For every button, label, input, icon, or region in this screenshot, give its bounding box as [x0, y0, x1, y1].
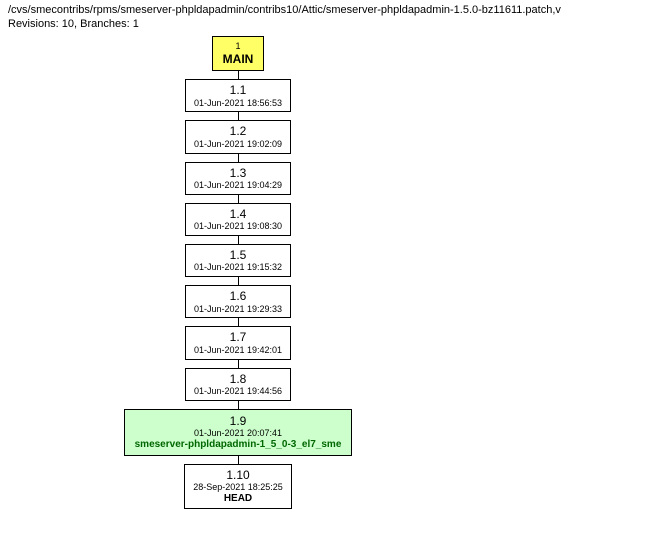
revision-timestamp: 28-Sep-2021 18:25:25: [193, 482, 283, 493]
revision-timestamp: 01-Jun-2021 19:04:29: [194, 180, 282, 191]
branch-small-label: 1: [223, 41, 254, 52]
revision-node[interactable]: 1.8 01-Jun-2021 19:44:56: [185, 368, 291, 401]
revision-node[interactable]: 1.6 01-Jun-2021 19:29:33: [185, 285, 291, 318]
revision-version: 1.10: [193, 468, 283, 482]
connector: [238, 154, 239, 162]
revision-version: 1.9: [135, 414, 342, 428]
revision-node[interactable]: 1.3 01-Jun-2021 19:04:29: [185, 162, 291, 195]
revision-version: 1.1: [194, 83, 282, 97]
revision-node[interactable]: 1.2 01-Jun-2021 19:02:09: [185, 120, 291, 153]
revision-graph: 1 MAIN 1.1 01-Jun-2021 18:56:53 1.2 01-J…: [88, 36, 388, 509]
connector: [238, 360, 239, 368]
connector: [238, 112, 239, 120]
revision-version: 1.5: [194, 248, 282, 262]
revision-head-node[interactable]: 1.10 28-Sep-2021 18:25:25 HEAD: [184, 464, 292, 509]
revision-version: 1.7: [194, 330, 282, 344]
revision-version: 1.8: [194, 372, 282, 386]
revision-timestamp: 01-Jun-2021 18:56:53: [194, 98, 282, 109]
revision-version: 1.4: [194, 207, 282, 221]
revision-tagged-node[interactable]: 1.9 01-Jun-2021 20:07:41 smeserver-phpld…: [124, 409, 353, 456]
revision-timestamp: 01-Jun-2021 19:15:32: [194, 262, 282, 273]
connector: [238, 318, 239, 326]
connector: [238, 195, 239, 203]
revision-version: 1.6: [194, 289, 282, 303]
revision-version: 1.3: [194, 166, 282, 180]
connector: [238, 236, 239, 244]
branch-main-node[interactable]: 1 MAIN: [212, 36, 265, 71]
revision-node[interactable]: 1.4 01-Jun-2021 19:08:30: [185, 203, 291, 236]
file-path: /cvs/smecontribs/rpms/smeserver-phpldapa…: [8, 4, 648, 16]
revision-node[interactable]: 1.1 01-Jun-2021 18:56:53: [185, 79, 291, 112]
revision-timestamp: 01-Jun-2021 20:07:41: [135, 428, 342, 439]
revision-timestamp: 01-Jun-2021 19:29:33: [194, 304, 282, 315]
revision-timestamp: 01-Jun-2021 19:08:30: [194, 221, 282, 232]
revision-timestamp: 01-Jun-2021 19:44:56: [194, 386, 282, 397]
revision-node[interactable]: 1.7 01-Jun-2021 19:42:01: [185, 326, 291, 359]
revision-node[interactable]: 1.5 01-Jun-2021 19:15:32: [185, 244, 291, 277]
connector: [238, 277, 239, 285]
revision-meta: Revisions: 10, Branches: 1: [8, 18, 648, 30]
revision-version: 1.2: [194, 124, 282, 138]
connector: [238, 456, 239, 464]
head-label: HEAD: [193, 493, 283, 505]
connector: [238, 401, 239, 409]
connector: [238, 71, 239, 79]
revision-timestamp: 01-Jun-2021 19:42:01: [194, 345, 282, 356]
revision-timestamp: 01-Jun-2021 19:02:09: [194, 139, 282, 150]
branch-main-label: MAIN: [223, 52, 254, 66]
revision-tag: smeserver-phpldapadmin-1_5_0-3_el7_sme: [135, 439, 342, 451]
